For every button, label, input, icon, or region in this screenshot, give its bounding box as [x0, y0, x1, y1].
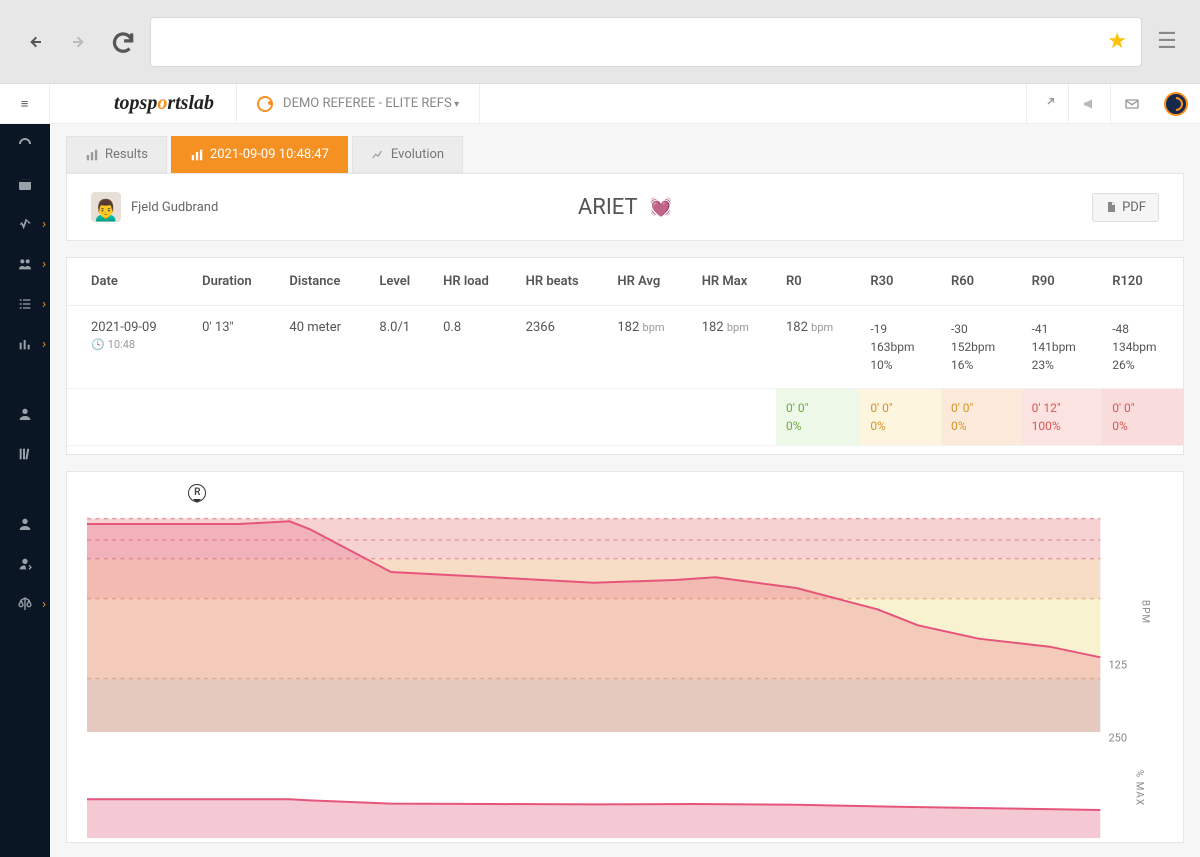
- th-hravg: HR Avg: [607, 258, 691, 306]
- user-name: Fjeld Gudbrand: [131, 200, 218, 215]
- user-block: Fjeld Gudbrand: [91, 192, 218, 222]
- announce-icon[interactable]: [1068, 84, 1110, 124]
- data-table-panel: Date Duration Distance Level HR load HR …: [66, 257, 1184, 455]
- tabs: Results 2021-09-09 10:48:47 Evolution: [66, 136, 1184, 173]
- hamburger-toggle[interactable]: ≡: [0, 84, 50, 124]
- sidebar-item-admin[interactable]: [0, 504, 50, 544]
- chart-panel: BPM 125R % MAX 250: [66, 471, 1184, 843]
- topbar: topsportslab DEMO REFEREE - ELITE REFS: [50, 84, 1200, 124]
- page-title: ARIET 💓: [578, 195, 672, 220]
- zone-r60: 0' 0"0%: [941, 389, 1022, 446]
- cell-r30: -19163bpm10%: [860, 306, 941, 389]
- pdf-button-label: PDF: [1122, 200, 1146, 215]
- browser-reload-button[interactable]: [106, 25, 140, 59]
- cell-time: 🕓 10:48: [91, 338, 182, 351]
- sidebar-item-stats[interactable]: [0, 324, 50, 364]
- tab-results-label: Results: [105, 147, 148, 162]
- sidebar: [0, 84, 50, 857]
- brand-logo[interactable]: topsportslab: [100, 84, 237, 123]
- tab-results[interactable]: Results: [66, 136, 167, 173]
- browser-back-button[interactable]: [18, 25, 52, 59]
- tab-timestamp-label: 2021-09-09 10:48:47: [210, 147, 329, 162]
- cell-hrbeats: 2366: [516, 306, 608, 389]
- sidebar-item-balance[interactable]: [0, 584, 50, 624]
- browser-chrome: ★ ☰: [0, 0, 1200, 84]
- browser-forward-button[interactable]: [62, 25, 96, 59]
- sidebar-item-calendar[interactable]: [0, 164, 50, 204]
- th-duration: Duration: [192, 258, 279, 306]
- tab-evolution[interactable]: Evolution: [352, 136, 463, 173]
- th-r120: R120: [1102, 258, 1183, 306]
- cell-hrload: 0.8: [433, 306, 516, 389]
- th-r90: R90: [1022, 258, 1103, 306]
- chart-bpm: BPM 125R: [87, 492, 1163, 732]
- zone-r90: 0' 12"100%: [1022, 389, 1103, 446]
- table-row: 2021-09-09 🕓 10:48 0' 13" 40 meter 8.0/1…: [67, 306, 1183, 389]
- pdf-button[interactable]: PDF: [1092, 193, 1159, 222]
- th-level: Level: [369, 258, 433, 306]
- th-hrload: HR load: [433, 258, 516, 306]
- chart-pctmax: % MAX 250: [87, 738, 1163, 838]
- th-hrmax: HR Max: [692, 258, 776, 306]
- heartbeat-icon: 💓: [650, 197, 672, 218]
- user-avatar-icon: [91, 192, 121, 222]
- zone-r120: 0' 0"0%: [1102, 389, 1183, 446]
- cell-distance: 40 meter: [279, 306, 369, 389]
- cell-r120: -48134bpm26%: [1102, 306, 1183, 389]
- sidebar-item-security[interactable]: [0, 544, 50, 584]
- sidebar-item-list[interactable]: [0, 284, 50, 324]
- sidebar-item-team[interactable]: [0, 244, 50, 284]
- results-table: Date Duration Distance Level HR load HR …: [67, 258, 1183, 446]
- browser-menu-icon[interactable]: ☰: [1152, 29, 1182, 54]
- zone-row: 0' 0"0% 0' 0"0% 0' 0"0% 0' 12"100%: [67, 389, 1183, 446]
- th-hrbeats: HR beats: [516, 258, 608, 306]
- sidebar-item-dashboard[interactable]: [0, 124, 50, 164]
- chart2-ylabel: % MAX: [1133, 770, 1144, 806]
- cell-level: 8.0/1: [369, 306, 433, 389]
- context-label: DEMO REFEREE - ELITE REFS: [283, 96, 459, 111]
- zone-r0: 0' 0"0%: [776, 389, 860, 446]
- th-r0: R0: [776, 258, 860, 306]
- tab-evolution-label: Evolution: [391, 147, 444, 162]
- user-avatar-badge[interactable]: [1164, 92, 1188, 116]
- mail-icon[interactable]: [1110, 84, 1152, 124]
- browser-url-bar[interactable]: ★: [150, 17, 1142, 67]
- tab-timestamp[interactable]: 2021-09-09 10:48:47: [171, 136, 348, 173]
- th-distance: Distance: [279, 258, 369, 306]
- context-selector[interactable]: DEMO REFEREE - ELITE REFS: [237, 84, 480, 123]
- th-r30: R30: [860, 258, 941, 306]
- sidebar-item-activity[interactable]: [0, 204, 50, 244]
- cell-r90: -41141bpm23%: [1022, 306, 1103, 389]
- expand-icon[interactable]: [1026, 84, 1068, 124]
- cell-date: 2021-09-09: [91, 320, 182, 335]
- cell-hrmax: 182 bpm: [692, 306, 776, 389]
- sidebar-item-library[interactable]: [0, 434, 50, 474]
- bookmark-star-icon[interactable]: ★: [1107, 29, 1127, 54]
- cell-duration: 0' 13": [192, 306, 279, 389]
- zone-r30: 0' 0"0%: [860, 389, 941, 446]
- cell-r60: -30152bpm16%: [941, 306, 1022, 389]
- th-date: Date: [67, 258, 192, 306]
- sidebar-item-profile[interactable]: [0, 394, 50, 434]
- panel-header: Fjeld Gudbrand ARIET 💓 PDF: [66, 173, 1184, 241]
- context-icon: [257, 96, 273, 112]
- cell-r0: 182 bpm: [776, 306, 860, 389]
- chart1-ylabel: BPM: [1139, 600, 1150, 624]
- th-r60: R60: [941, 258, 1022, 306]
- cell-hravg: 182 bpm: [607, 306, 691, 389]
